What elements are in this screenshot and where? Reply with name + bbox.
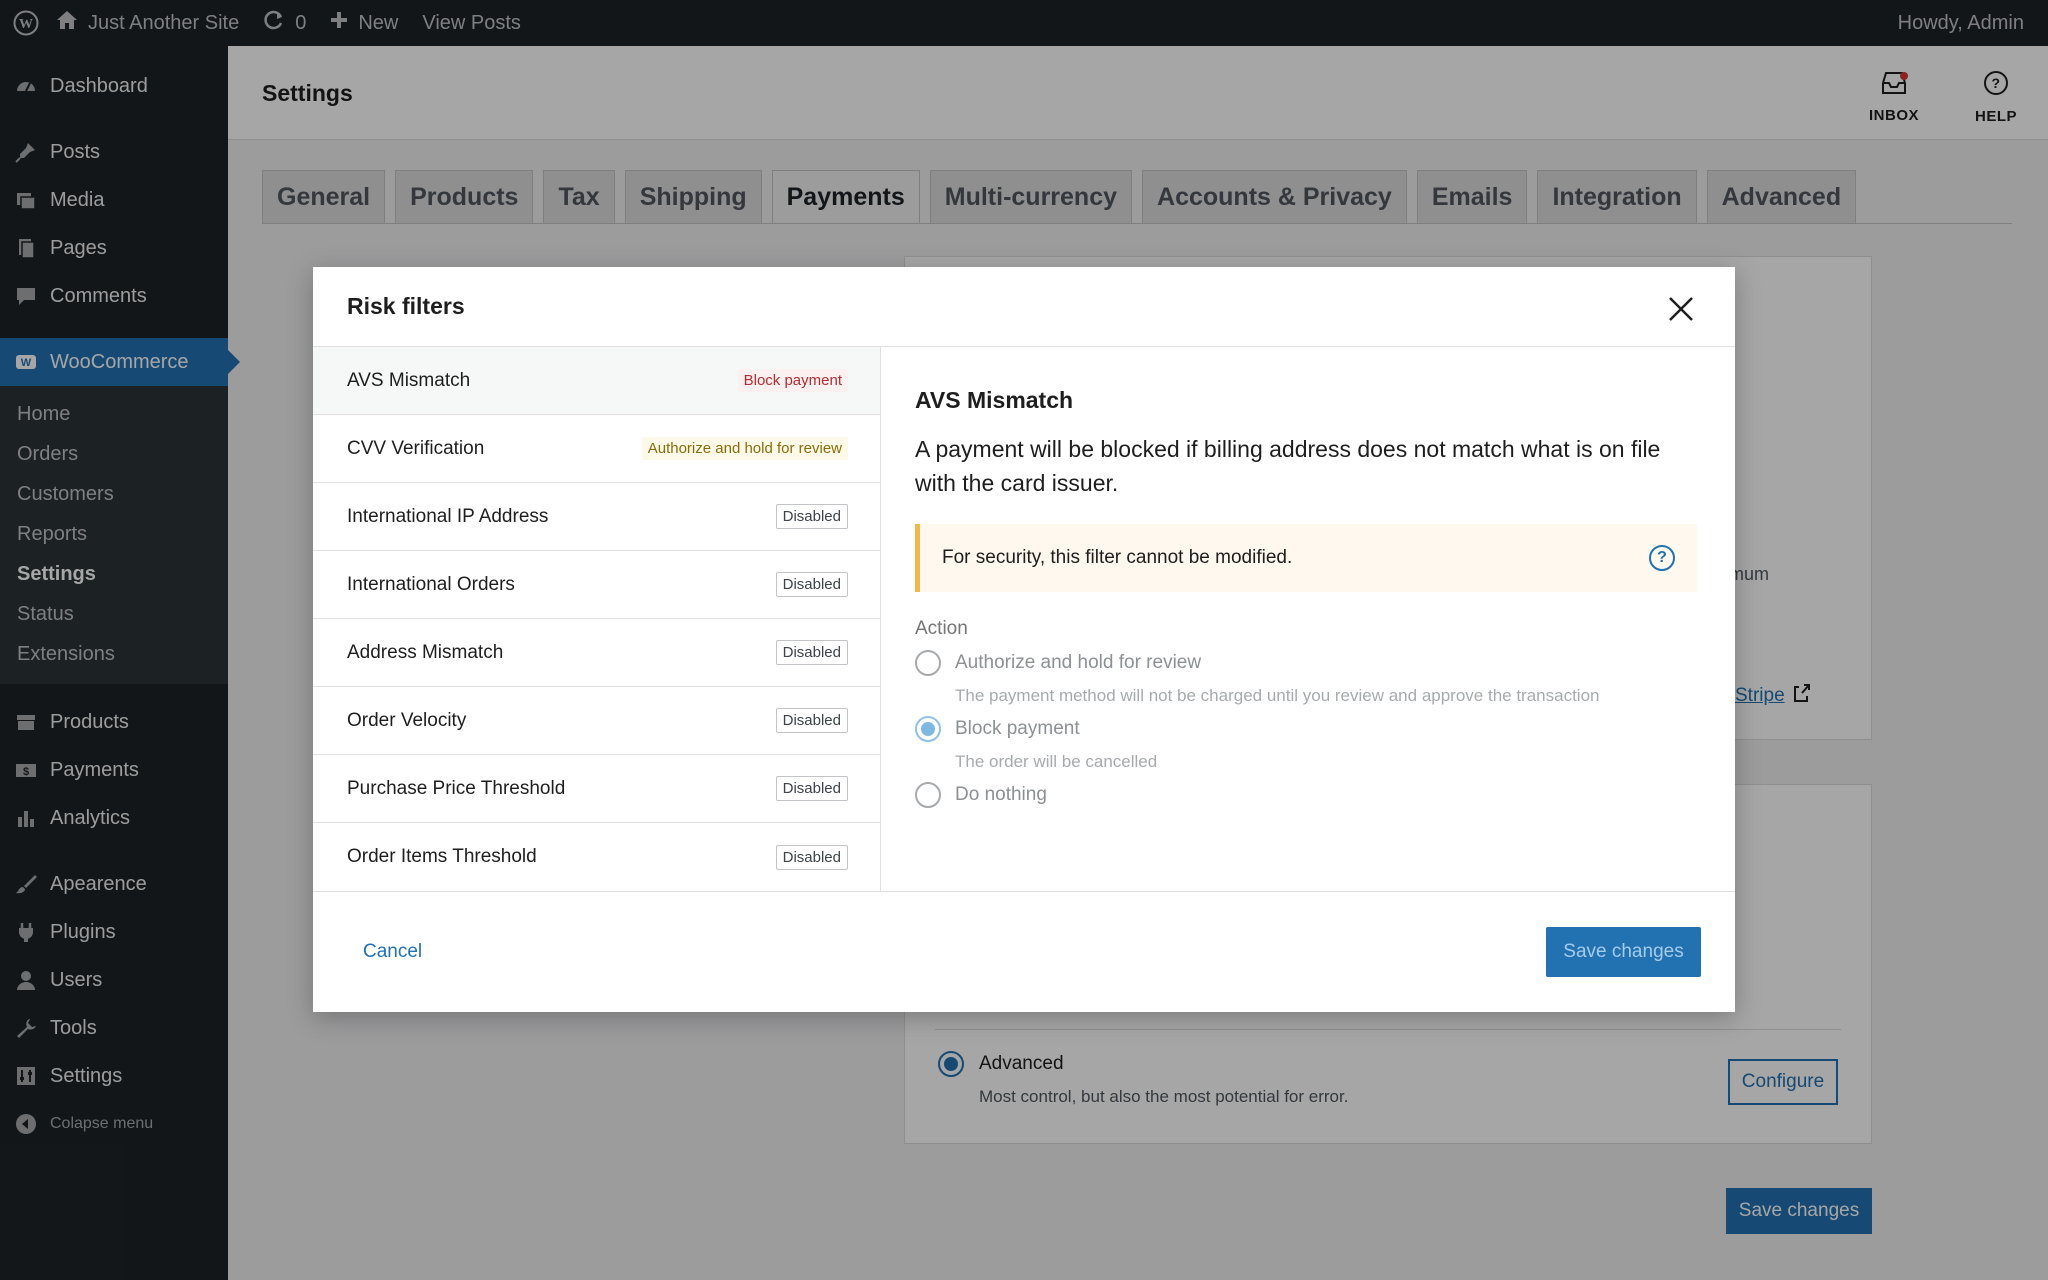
filter-row-purchase-price-threshold[interactable]: Purchase Price Threshold Disabled bbox=[313, 755, 880, 823]
option-authorize-hold[interactable]: Authorize and hold for review The paymen… bbox=[915, 650, 1701, 706]
option-do-nothing[interactable]: Do nothing bbox=[915, 782, 1701, 808]
modal-footer: Cancel Save changes bbox=[313, 892, 1735, 1012]
filter-row-order-velocity[interactable]: Order Velocity Disabled bbox=[313, 687, 880, 755]
radio-block-payment[interactable] bbox=[915, 716, 941, 742]
filter-name: Purchase Price Threshold bbox=[347, 777, 566, 799]
filter-row-international-ip[interactable]: International IP Address Disabled bbox=[313, 483, 880, 551]
option-label: Authorize and hold for review bbox=[955, 652, 1202, 673]
status-badge: Disabled bbox=[775, 640, 848, 665]
option-hint: The order will be cancelled bbox=[955, 752, 1158, 771]
option-label: Block payment bbox=[955, 718, 1080, 739]
filter-row-cvv-verification[interactable]: CVV Verification Authorize and hold for … bbox=[313, 415, 880, 483]
modal-header: Risk filters bbox=[313, 267, 1735, 347]
filter-row-international-orders[interactable]: International Orders Disabled bbox=[313, 551, 880, 619]
filter-name: International Orders bbox=[347, 573, 515, 595]
status-badge: Block payment bbox=[737, 369, 848, 392]
filter-name: Address Mismatch bbox=[347, 641, 504, 663]
radio-authorize-hold[interactable] bbox=[915, 650, 941, 676]
filter-name: International IP Address bbox=[347, 505, 549, 527]
filter-row-order-items-threshold[interactable]: Order Items Threshold Disabled bbox=[313, 823, 880, 891]
detail-title: AVS Mismatch bbox=[915, 387, 1074, 413]
status-badge: Disabled bbox=[775, 504, 848, 529]
status-badge: Disabled bbox=[775, 776, 848, 801]
notice-text: For security, this filter cannot be modi… bbox=[942, 547, 1293, 568]
option-label: Do nothing bbox=[955, 784, 1047, 805]
question-icon[interactable]: ? bbox=[1649, 545, 1675, 571]
filter-row-avs-mismatch[interactable]: AVS Mismatch Block payment bbox=[313, 347, 880, 415]
modal-title: Risk filters bbox=[347, 293, 465, 319]
status-badge: Disabled bbox=[775, 572, 848, 597]
cancel-button[interactable]: Cancel bbox=[363, 941, 422, 963]
filter-name: Order Items Threshold bbox=[347, 846, 537, 867]
status-badge: Disabled bbox=[775, 844, 848, 870]
radio-do-nothing[interactable] bbox=[915, 782, 941, 808]
close-icon[interactable] bbox=[1667, 295, 1695, 323]
action-label: Action bbox=[915, 618, 968, 639]
modal-save-button[interactable]: Save changes bbox=[1546, 927, 1701, 977]
risk-filters-modal: Risk filters AVS Mismatch Block payment … bbox=[313, 267, 1735, 1012]
option-block-payment[interactable]: Block payment The order will be cancelle… bbox=[915, 716, 1701, 772]
filter-name: CVV Verification bbox=[347, 437, 485, 459]
status-badge: Authorize and hold for review bbox=[641, 437, 848, 460]
filter-name: AVS Mismatch bbox=[347, 369, 471, 391]
filter-list: AVS Mismatch Block payment CVV Verificat… bbox=[313, 347, 881, 891]
option-hint: The payment method will not be charged u… bbox=[955, 686, 1600, 705]
modal-body: AVS Mismatch Block payment CVV Verificat… bbox=[313, 347, 1735, 892]
filter-row-address-mismatch[interactable]: Address Mismatch Disabled bbox=[313, 619, 880, 687]
detail-description: A payment will be blocked if billing add… bbox=[915, 436, 1661, 496]
filter-detail-panel: AVS Mismatch A payment will be blocked i… bbox=[881, 347, 1735, 891]
status-badge: Disabled bbox=[775, 708, 848, 733]
filter-name: Order Velocity bbox=[347, 709, 467, 731]
security-notice: For security, this filter cannot be modi… bbox=[915, 524, 1697, 592]
